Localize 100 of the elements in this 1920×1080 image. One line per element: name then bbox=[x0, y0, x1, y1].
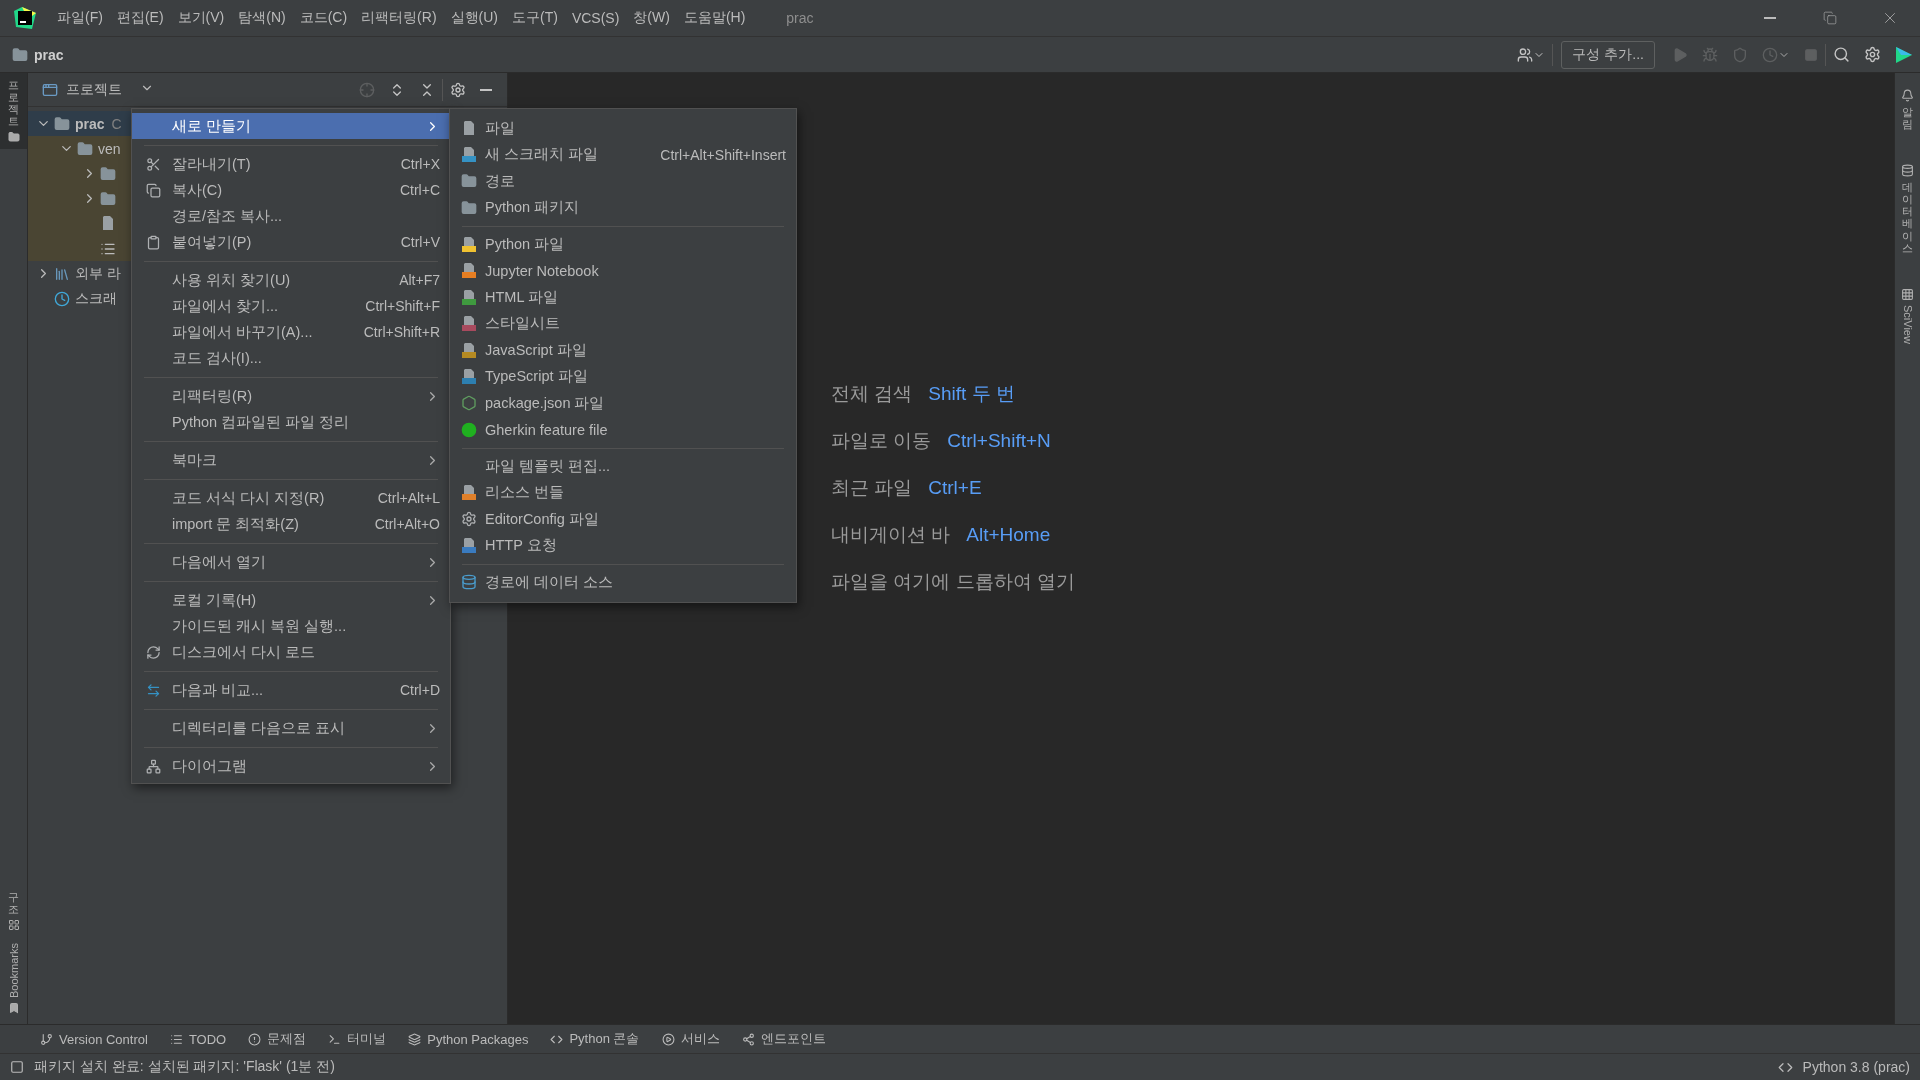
menu-item[interactable]: 경로/참조 복사... bbox=[132, 203, 450, 229]
side-tab[interactable]: 구조 bbox=[0, 884, 27, 937]
menu-item[interactable]: 경로 bbox=[450, 168, 796, 195]
tool-window-tab[interactable]: 문제점 bbox=[248, 1030, 307, 1048]
side-tab[interactable]: SciView bbox=[1895, 281, 1920, 350]
menu-item[interactable]: Gherkin feature file bbox=[450, 416, 796, 443]
menu-item[interactable]: 리팩터링(R) bbox=[132, 383, 450, 409]
menu-item[interactable]: Python 파일 bbox=[450, 231, 796, 258]
menu-item[interactable]: HTTP 요청 bbox=[450, 532, 796, 559]
breadcrumb[interactable]: prac bbox=[34, 46, 64, 63]
menu-item[interactable]: 다이어그램 bbox=[132, 753, 450, 779]
menu-item[interactable]: 리소스 번들 bbox=[450, 479, 796, 506]
list-icon bbox=[169, 1032, 183, 1046]
menu-item[interactable]: JavaScript 파일 bbox=[450, 337, 796, 364]
menu-item[interactable]: 다음과 비교... Ctrl+D bbox=[132, 677, 450, 703]
tool-window-tab[interactable]: 터미널 bbox=[328, 1030, 387, 1048]
menu-bar-item[interactable]: 탐색(N) bbox=[231, 5, 293, 31]
menu-item[interactable]: 붙여넣기(P) Ctrl+V bbox=[132, 229, 450, 255]
path-text: C bbox=[111, 115, 122, 132]
folder-icon bbox=[54, 115, 70, 132]
play-logo-icon[interactable] bbox=[1895, 45, 1913, 64]
side-tab[interactable]: Bookmarks bbox=[0, 936, 27, 1020]
menu-bar-item[interactable]: 보기(V) bbox=[170, 5, 232, 31]
menu-item[interactable]: 코드 검사(I)... bbox=[132, 345, 450, 371]
tool-window-tab[interactable]: TODO bbox=[169, 1031, 227, 1047]
menu-bar-item[interactable]: 파일(F) bbox=[50, 5, 110, 31]
shortcut-text: Ctrl+Shift+R bbox=[363, 324, 440, 340]
shortcut-text: Ctrl+E bbox=[928, 477, 982, 499]
menu-item[interactable]: 새 스크래치 파일 Ctrl+Alt+Shift+Insert bbox=[450, 141, 796, 168]
menu-bar-item[interactable]: 편집(E) bbox=[109, 5, 171, 31]
menu-item[interactable]: 사용 위치 찾기(U) Alt+F7 bbox=[132, 267, 450, 293]
menu-bar-item[interactable]: VCS(S) bbox=[564, 6, 627, 30]
tree-item[interactable]: ven bbox=[98, 140, 121, 157]
menu-item[interactable]: 북마크 bbox=[132, 447, 450, 473]
menu-item[interactable]: 파일 템플릿 편집... bbox=[450, 453, 796, 480]
tool-window-tab[interactable]: Version Control bbox=[40, 1031, 148, 1047]
search-icon bbox=[1833, 46, 1850, 63]
folder-icon bbox=[100, 190, 116, 207]
menu-item[interactable]: 디렉터리를 다음으로 표시 bbox=[132, 715, 450, 741]
library-icon bbox=[54, 265, 70, 282]
menu-item[interactable]: package.json 파일 bbox=[450, 390, 796, 417]
file-icon bbox=[461, 119, 477, 137]
side-tab[interactable]: 데이터베이스 bbox=[1895, 158, 1920, 260]
tree-item[interactable]: 외부 라 bbox=[75, 264, 121, 283]
menu-item[interactable]: 가이드된 캐시 복원 실행... bbox=[132, 613, 450, 639]
side-tab[interactable]: 알림 bbox=[1895, 83, 1920, 137]
menu-bar-item[interactable]: 창(W) bbox=[626, 5, 677, 31]
panel-toggle-icon bbox=[10, 1060, 24, 1074]
menu-item[interactable]: import 문 최적화(Z) Ctrl+Alt+O bbox=[132, 511, 450, 537]
shortcut-text: Ctrl+V bbox=[400, 234, 440, 250]
menu-item[interactable]: 스타일시트 bbox=[450, 310, 796, 337]
copy-icon bbox=[146, 182, 161, 198]
menu-item[interactable]: 다음에서 열기 bbox=[132, 549, 450, 575]
menu-item[interactable]: 파일에서 바꾸기(A)... Ctrl+Shift+R bbox=[132, 319, 450, 345]
tree-item[interactable]: 스크래 bbox=[75, 289, 117, 308]
menu-item[interactable]: 경로에 데이터 소스 bbox=[450, 569, 796, 596]
side-tab[interactable]: 프로젝트 bbox=[0, 73, 27, 150]
menu-bar-item[interactable]: 도구(T) bbox=[505, 5, 565, 31]
profile-icon bbox=[1762, 46, 1778, 63]
shortcut-text: Ctrl+Alt+O bbox=[374, 516, 440, 532]
interpreter-status[interactable]: Python 3.8 (prac) bbox=[1802, 1059, 1910, 1075]
folder-icon bbox=[461, 173, 477, 190]
menu-item[interactable]: Python 컴파일된 파일 정리 bbox=[132, 409, 450, 435]
status-message: 패키지 설치 완료: 설치된 패키지: 'Flask' (1분 전) bbox=[34, 1058, 335, 1076]
menu-item[interactable]: 파일에서 찾기... Ctrl+Shift+F bbox=[132, 293, 450, 319]
menu-item[interactable]: EditorConfig 파일 bbox=[450, 506, 796, 533]
tree-item[interactable]: prac bbox=[75, 115, 105, 132]
compare-arrows-icon bbox=[146, 682, 161, 698]
tool-window-tab[interactable]: Python 콘솔 bbox=[550, 1030, 640, 1048]
menu-bar-item[interactable]: 실행(U) bbox=[443, 5, 505, 31]
shortcut-text: Alt+F7 bbox=[399, 272, 440, 288]
tool-window-tab[interactable]: 엔드포인트 bbox=[741, 1030, 826, 1048]
app-logo bbox=[14, 7, 36, 29]
menu-item[interactable]: TypeScript 파일 bbox=[450, 363, 796, 390]
menu-item[interactable]: 파일 bbox=[450, 115, 796, 142]
panel-title[interactable]: 프로젝트 bbox=[66, 80, 122, 99]
menu-item[interactable]: 복사(C) Ctrl+C bbox=[132, 177, 450, 203]
settings-icon bbox=[450, 81, 466, 98]
menu-item[interactable]: Jupyter Notebook bbox=[450, 257, 796, 284]
menu-item[interactable]: 로컬 기록(H) bbox=[132, 587, 450, 613]
tool-window-tab[interactable]: 서비스 bbox=[661, 1030, 720, 1048]
users-icon bbox=[1517, 46, 1534, 63]
menu-item[interactable]: 새로 만들기 bbox=[132, 113, 450, 139]
debug-icon bbox=[1702, 46, 1718, 63]
grid-icon bbox=[1901, 287, 1914, 301]
menu-item[interactable]: 잘라내기(T) Ctrl+X bbox=[132, 151, 450, 177]
bell-icon bbox=[1901, 89, 1914, 102]
tool-window-tab[interactable]: Python Packages bbox=[408, 1031, 529, 1047]
shortcut-text: Alt+Home bbox=[966, 524, 1051, 546]
menu-item[interactable]: 디스크에서 다시 로드 bbox=[132, 639, 450, 665]
hint-label: 내비게이션 바 bbox=[831, 523, 951, 547]
menu-bar-item[interactable]: 도움말(H) bbox=[676, 5, 753, 31]
menu-item[interactable]: 코드 서식 다시 지정(R) Ctrl+Alt+L bbox=[132, 485, 450, 511]
menu-bar-item[interactable]: 코드(C) bbox=[292, 5, 355, 31]
add-configuration-button[interactable]: 구성 추가... bbox=[1561, 40, 1655, 69]
shortcut-text: Ctrl+C bbox=[399, 182, 440, 198]
menu-item[interactable]: HTML 파일 bbox=[450, 284, 796, 311]
settings-icon bbox=[1864, 46, 1881, 63]
menu-bar-item[interactable]: 리팩터링(R) bbox=[354, 5, 444, 31]
menu-item[interactable]: Python 패키지 bbox=[450, 194, 796, 221]
